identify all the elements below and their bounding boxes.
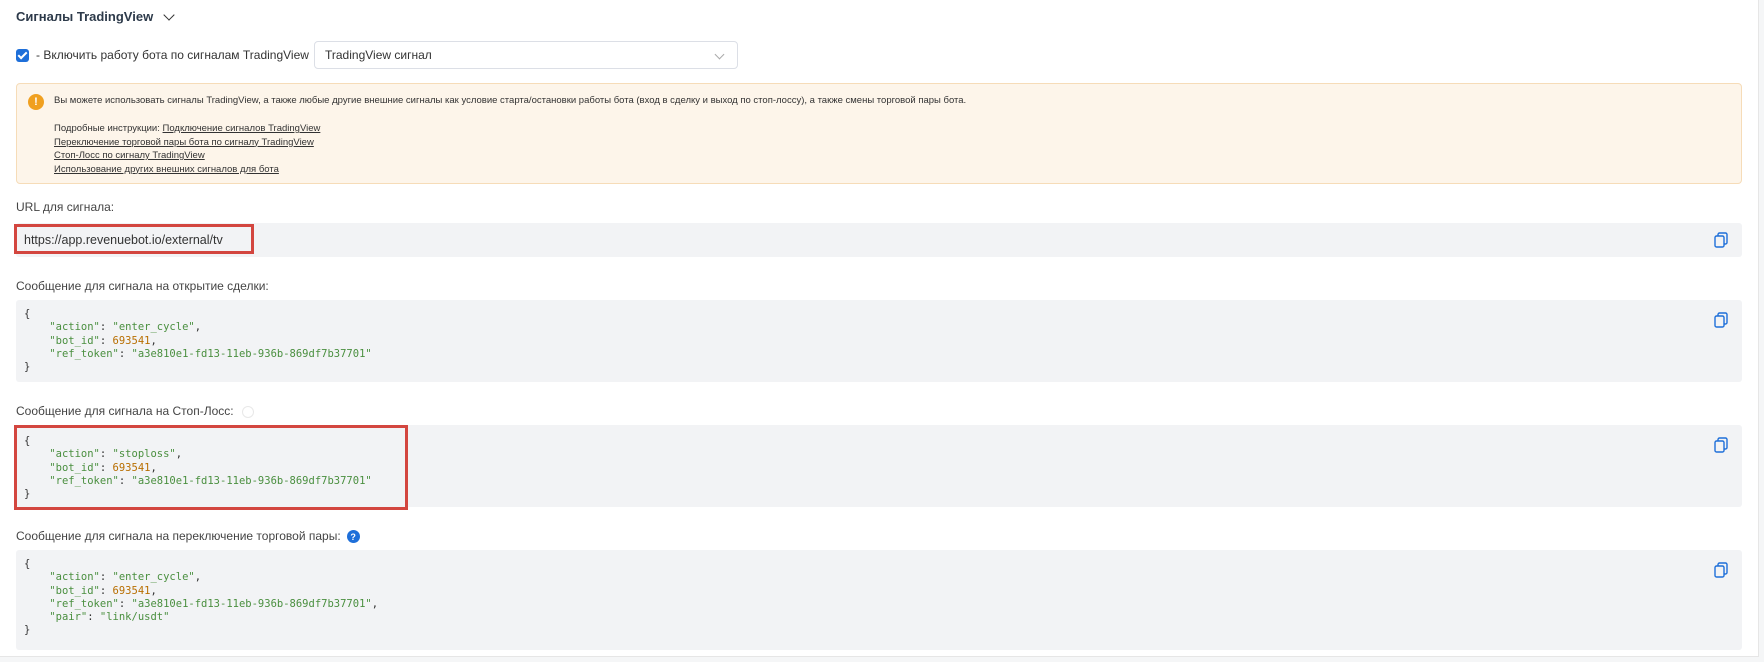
- help-icon[interactable]: ?: [346, 530, 360, 544]
- tradingview-signals-panel: Сигналы TradingView - Включить работу бо…: [0, 0, 1759, 657]
- signal-type-value: TradingView сигнал: [325, 48, 432, 62]
- info-alert: ! Вы можете использовать сигналы Trading…: [16, 83, 1742, 184]
- copy-icon[interactable]: [1714, 437, 1728, 453]
- url-label: URL для сигнала:: [16, 200, 115, 214]
- copy-icon[interactable]: [1714, 312, 1728, 328]
- section-title: Сигналы TradingView: [16, 9, 154, 24]
- pair-signal-code-block[interactable]: { "action": "enter_cycle", "bot_id": 693…: [16, 550, 1742, 650]
- open-signal-code-block[interactable]: { "action": "enter_cycle", "bot_id": 693…: [16, 300, 1742, 382]
- help-icon: [241, 405, 254, 418]
- chevron-down-icon: [714, 49, 725, 60]
- open-signal-label: Сообщение для сигнала на открытие сделки…: [16, 279, 269, 293]
- stoploss-highlight: { "action": "stoploss", "bot_id": 693541…: [14, 425, 408, 510]
- copy-icon[interactable]: [1714, 232, 1728, 248]
- warning-icon: !: [28, 94, 44, 110]
- open-signal-code: { "action": "enter_cycle", "bot_id": 693…: [24, 308, 372, 374]
- url-highlight: https://app.revenuebot.io/external/tv: [14, 224, 254, 254]
- url-value[interactable]: https://app.revenuebot.io/external/tv: [24, 233, 223, 247]
- url-field[interactable]: [16, 223, 1742, 257]
- link-stoploss-signal[interactable]: Стоп-Лосс по сигналу TradingView: [54, 150, 205, 161]
- copy-icon[interactable]: [1714, 562, 1728, 578]
- stoploss-signal-label: Сообщение для сигнала на Стоп-Лосс:: [16, 404, 254, 418]
- instructions-prefix: Подробные инструкции:: [54, 123, 163, 134]
- section-header[interactable]: Сигналы TradingView: [16, 8, 175, 24]
- link-external-signals[interactable]: Использование других внешних сигналов дл…: [54, 164, 279, 175]
- stoploss-signal-code: { "action": "stoploss", "bot_id": 693541…: [24, 435, 372, 501]
- pair-signal-label: Сообщение для сигнала на переключение то…: [16, 529, 360, 544]
- instructions-block: Подробные инструкции: Подключение сигнал…: [54, 122, 320, 176]
- enable-checkbox-label: - Включить работу бота по сигналам Tradi…: [36, 48, 309, 62]
- pair-signal-code: { "action": "enter_cycle", "bot_id": 693…: [24, 558, 379, 637]
- link-switch-pair[interactable]: Переключение торговой пары бота по сигна…: [54, 137, 314, 148]
- enable-checkbox[interactable]: [16, 49, 29, 62]
- link-connect-signals[interactable]: Подключение сигналов TradingView: [163, 123, 321, 134]
- info-text: Вы можете использовать сигналы TradingVi…: [54, 95, 967, 106]
- chevron-down-icon[interactable]: [163, 8, 175, 21]
- signal-type-select[interactable]: TradingView сигнал: [314, 41, 738, 69]
